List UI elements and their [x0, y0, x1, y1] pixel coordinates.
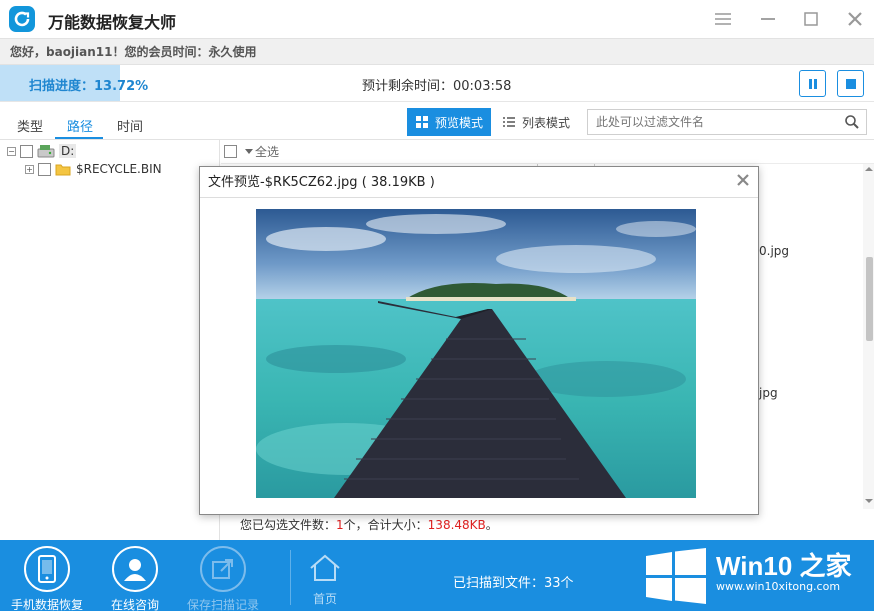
app-title: 万能数据恢复大师 — [48, 13, 177, 32]
select-all-label: 全选 — [255, 145, 280, 159]
summary-prefix: 您已勾选文件数： — [240, 518, 337, 532]
folder-icon — [55, 164, 71, 176]
watermark-title: Win10 之家 — [716, 551, 852, 581]
save-scan-record-label: 保存扫描记录 — [186, 598, 259, 611]
drive-checkbox[interactable] — [20, 144, 33, 158]
tree-drive-label: D: — [59, 144, 77, 158]
phone-recovery-button[interactable]: 手机数据恢复 — [2, 540, 92, 611]
list-icon — [503, 117, 515, 127]
app-logo-icon — [9, 6, 35, 32]
filter-input[interactable] — [588, 110, 828, 134]
phone-recovery-label: 手机数据恢复 — [10, 598, 83, 611]
summary-count: 1 — [336, 518, 344, 532]
maximize-icon[interactable] — [800, 8, 822, 30]
view-tabs: 类型 路径 时间 预览模式 列表模式 — [0, 103, 874, 140]
online-consult-label: 在线咨询 — [110, 598, 159, 611]
scan-progress-bar: 扫描进度：13.72% 预计剩余时间：00:03:58 — [0, 65, 874, 102]
menu-icon[interactable] — [712, 8, 734, 30]
user-icon — [112, 546, 158, 592]
expand-icon[interactable]: + — [25, 164, 34, 174]
caret-down-icon — [245, 148, 253, 154]
windows-logo-icon — [646, 548, 706, 604]
tab-underline — [55, 137, 103, 139]
search-icon[interactable] — [844, 114, 860, 133]
tab-path[interactable]: 路径 — [67, 116, 93, 135]
tree-item-recycle-bin[interactable]: + $RECYCLE.BIN — [25, 162, 162, 176]
select-all-bar[interactable]: 全选 — [221, 140, 874, 164]
preview-image — [256, 209, 696, 498]
scroll-down-icon — [865, 499, 873, 503]
tab-time[interactable]: 时间 — [117, 116, 143, 135]
thumbnail-label[interactable]: 0.jpg — [759, 244, 789, 258]
save-scan-record-button[interactable]: 保存扫描记录 — [178, 540, 268, 611]
folder-tree: − D: + $RECYCLE.BIN — [0, 140, 220, 540]
pause-button[interactable] — [799, 70, 826, 97]
grid-icon — [416, 116, 428, 128]
export-icon — [200, 546, 246, 592]
preview-mode-button[interactable]: 预览模式 — [407, 108, 492, 136]
online-consult-button[interactable]: 在线咨询 — [90, 540, 180, 611]
welcome-text: 您好，baojian11！您的会员时间：永久使用 — [0, 38, 874, 65]
list-mode-label: 列表模式 — [522, 115, 571, 130]
title-bar: 万能数据恢复大师 — [0, 0, 874, 38]
watermark: Win10 之家 www.win10xitong.com — [638, 540, 874, 611]
scanned-count: 已扫描到文件：33个 — [453, 576, 574, 591]
summary-mid: 个，合计大小： — [343, 518, 428, 532]
close-icon[interactable] — [736, 173, 750, 190]
recycle-bin-checkbox[interactable] — [38, 162, 51, 176]
collapse-icon[interactable]: − — [7, 146, 16, 156]
drive-icon — [37, 145, 55, 158]
preview-mode-label: 预览模式 — [435, 115, 484, 130]
toolbar-divider — [290, 550, 291, 605]
close-icon[interactable] — [844, 8, 866, 30]
summary-size: 138.48KB — [427, 518, 486, 532]
tab-type[interactable]: 类型 — [17, 116, 43, 135]
home-label: 首页 — [312, 592, 337, 606]
home-button[interactable]: 首页 — [300, 550, 350, 610]
thumbnail-label[interactable]: jpg — [759, 386, 778, 400]
minimize-icon[interactable] — [757, 8, 779, 30]
scrollbar-thumb[interactable] — [866, 257, 873, 341]
selection-summary: 您已勾选文件数：1个，合计大小：138.48KB。 — [240, 516, 498, 533]
list-mode-button[interactable]: 列表模式 — [494, 108, 578, 136]
remaining-time: 预计剩余时间：00:03:58 — [362, 79, 512, 94]
tree-item-drive[interactable]: − D: — [7, 143, 77, 159]
scroll-up-icon — [865, 167, 873, 171]
watermark-url: www.win10xitong.com — [716, 580, 841, 593]
select-all-checkbox[interactable] — [224, 145, 237, 158]
phone-icon — [24, 546, 70, 592]
summary-suffix: 。 — [485, 518, 498, 532]
tree-recycle-label: $RECYCLE.BIN — [76, 162, 162, 176]
filter-box[interactable] — [587, 109, 867, 135]
home-icon — [310, 554, 340, 581]
progress-label: 扫描进度：13.72% — [29, 79, 149, 94]
stop-button[interactable] — [837, 70, 864, 97]
file-preview-dialog: 文件预览-$RK5CZ62.jpg ( 38.19KB ) — [199, 166, 759, 515]
dialog-title: 文件预览-$RK5CZ62.jpg ( 38.19KB ) — [200, 167, 758, 198]
